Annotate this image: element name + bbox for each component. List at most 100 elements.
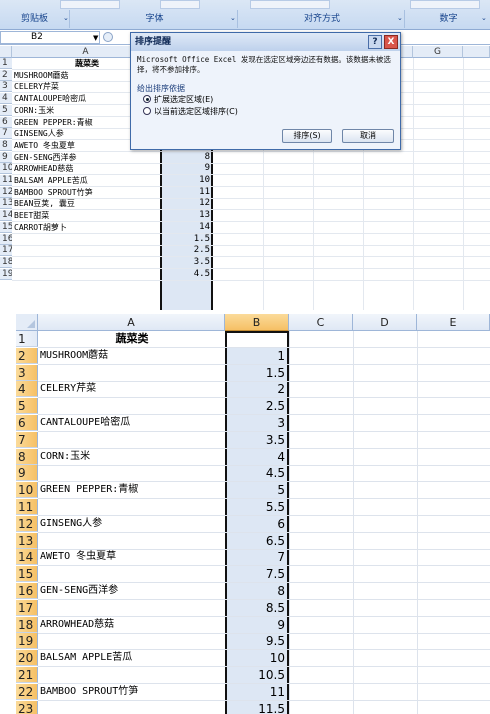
table-cell[interactable]: 2 — [227, 381, 285, 397]
row-header[interactable]: 1 — [16, 331, 38, 347]
dialog-launcher-icon[interactable]: ⌄ — [63, 14, 69, 22]
select-all-corner[interactable] — [16, 314, 38, 331]
table-cell[interactable]: CANTALOUPE哈密瓜 — [40, 415, 224, 431]
table-cell[interactable]: 3 — [227, 415, 285, 431]
formula-expand-icon[interactable] — [103, 32, 113, 42]
row-header[interactable]: 16 — [0, 234, 12, 245]
dialog-title[interactable]: 排序提醒 — [131, 33, 400, 51]
row-header[interactable]: 6 — [16, 415, 38, 431]
table-cell[interactable]: 1.5 — [160, 234, 210, 245]
table-cell[interactable]: 7.5 — [227, 566, 285, 582]
table-cell[interactable]: 9.5 — [227, 633, 285, 649]
chevron-down-icon[interactable]: ▼ — [93, 32, 98, 45]
column-header-b[interactable]: B — [225, 314, 289, 331]
row-header[interactable]: 21 — [16, 667, 38, 683]
row-header[interactable]: 19 — [16, 633, 38, 649]
table-cell[interactable]: 10 — [227, 650, 285, 666]
table-cell[interactable]: 1.5 — [227, 365, 285, 381]
column-header-h[interactable] — [463, 46, 490, 58]
table-cell[interactable]: 4 — [227, 449, 285, 465]
row-header[interactable]: 15 — [0, 222, 12, 233]
table-cell[interactable]: 11 — [227, 684, 285, 700]
row-header[interactable]: 17 — [16, 600, 38, 616]
table-cell[interactable]: 10.5 — [227, 667, 285, 683]
table-cell[interactable]: 4.5 — [227, 465, 285, 481]
table-cell[interactable]: 11 — [160, 187, 210, 198]
cancel-button[interactable]: 取消 — [342, 129, 394, 143]
ribbon-button[interactable] — [60, 0, 120, 9]
close-icon[interactable]: X — [384, 35, 398, 49]
row-header[interactable]: 2 — [16, 348, 38, 364]
table-cell[interactable]: 3.5 — [160, 257, 210, 268]
row-header[interactable]: 22 — [16, 684, 38, 700]
table-cell[interactable]: 11.5 — [227, 701, 285, 714]
row-header[interactable]: 7 — [0, 128, 12, 139]
table-cell[interactable]: ARROWHEAD慈菇 — [14, 163, 160, 174]
table-cell[interactable]: BALSAM APPLE苦瓜 — [14, 175, 160, 186]
table-cell[interactable]: BEAN豆荚, 囊豆 — [14, 198, 160, 209]
row-header[interactable]: 14 — [0, 210, 12, 221]
sort-button[interactable]: 排序(S) — [282, 129, 332, 143]
table-title[interactable]: 蔬菜类 — [40, 331, 224, 347]
column-header-d[interactable]: D — [353, 314, 417, 331]
row-header[interactable]: 10 — [16, 482, 38, 498]
row-header[interactable]: 23 — [16, 701, 38, 714]
table-cell[interactable]: 14 — [160, 222, 210, 233]
row-header[interactable]: 15 — [16, 566, 38, 582]
dialog-launcher-icon[interactable]: ⌄ — [397, 14, 403, 22]
table-cell[interactable]: BALSAM APPLE苦瓜 — [40, 650, 224, 666]
table-cell[interactable]: 12 — [160, 198, 210, 209]
row-header[interactable]: 18 — [0, 257, 12, 268]
help-icon[interactable]: ? — [368, 35, 382, 49]
table-cell[interactable]: 9 — [227, 617, 285, 633]
table-cell[interactable]: 6.5 — [227, 533, 285, 549]
table-cell[interactable]: 9 — [160, 163, 210, 174]
table-cell[interactable]: 10 — [160, 175, 210, 186]
row-header[interactable]: 13 — [0, 198, 12, 209]
row-header[interactable]: 11 — [16, 499, 38, 515]
table-cell[interactable]: ARROWHEAD慈菇 — [40, 617, 224, 633]
column-header-c[interactable]: C — [289, 314, 353, 331]
table-cell[interactable]: 8.5 — [227, 600, 285, 616]
ribbon-button[interactable] — [410, 0, 480, 9]
row-header[interactable]: 13 — [16, 533, 38, 549]
row-header[interactable]: 4 — [0, 93, 12, 104]
row-header[interactable]: 12 — [16, 516, 38, 532]
cell-b1[interactable] — [225, 331, 289, 348]
row-header[interactable]: 8 — [16, 449, 38, 465]
table-cell[interactable]: AWETO 冬虫夏草 — [40, 549, 224, 565]
table-cell[interactable]: BEET甜菜 — [14, 210, 160, 221]
ribbon-button[interactable] — [250, 0, 330, 9]
table-cell[interactable]: 2.5 — [227, 398, 285, 414]
ribbon-button[interactable] — [160, 0, 200, 9]
table-cell[interactable]: 3.5 — [227, 432, 285, 448]
row-header[interactable]: 2 — [0, 70, 12, 81]
table-cell[interactable]: BAMBOO SPROUT竹笋 — [40, 684, 224, 700]
column-header-a[interactable]: A — [38, 314, 225, 331]
table-cell[interactable]: 2.5 — [160, 245, 210, 256]
row-header[interactable]: 9 — [0, 152, 12, 163]
table-cell[interactable]: 7 — [227, 549, 285, 565]
row-header[interactable]: 5 — [0, 105, 12, 116]
row-header[interactable]: 5 — [16, 398, 38, 414]
row-header[interactable]: 11 — [0, 175, 12, 186]
table-cell[interactable]: GINSENG人参 — [40, 516, 224, 532]
table-cell[interactable]: GREEN PEPPER:青椒 — [40, 482, 224, 498]
table-cell[interactable]: 8 — [227, 583, 285, 599]
row-header[interactable]: 18 — [16, 617, 38, 633]
name-box[interactable]: B2 ▼ — [0, 31, 100, 44]
radio-current-selection[interactable]: 以当前选定区域排序(C) — [143, 107, 238, 117]
row-header[interactable]: 10 — [0, 163, 12, 174]
table-cell[interactable]: 1 — [227, 348, 285, 364]
select-all-corner[interactable] — [0, 46, 12, 58]
table-cell[interactable]: 5.5 — [227, 499, 285, 515]
dialog-launcher-icon[interactable]: ⌄ — [230, 14, 236, 22]
row-header[interactable]: 7 — [16, 432, 38, 448]
table-cell[interactable]: MUSHROOM蘑菇 — [40, 348, 224, 364]
radio-expand-selection[interactable]: 扩展选定区域(E) — [143, 95, 213, 105]
table-cell[interactable]: 4.5 — [160, 269, 210, 280]
table-cell[interactable]: 6 — [227, 516, 285, 532]
table-cell[interactable]: CELERY芹菜 — [40, 381, 224, 397]
table-cell[interactable]: BAMBOO SPROUT竹笋 — [14, 187, 160, 198]
table-cell[interactable]: GEN-SENG西洋参 — [40, 583, 224, 599]
